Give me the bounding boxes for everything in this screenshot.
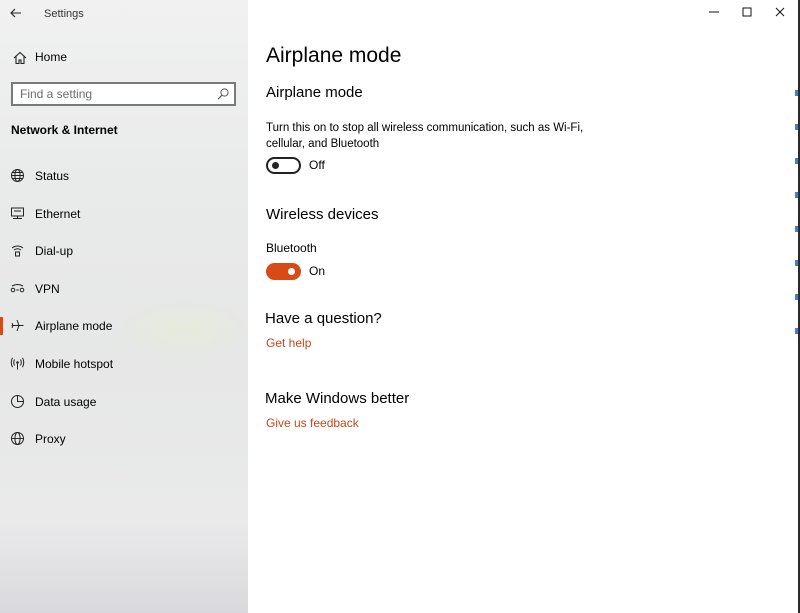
sidebar-item-label: VPN xyxy=(35,281,60,296)
have-a-question-heading: Have a question? xyxy=(265,310,382,327)
window-controls xyxy=(697,0,796,24)
sidebar-item-label: Airplane mode xyxy=(35,319,113,334)
settings-window: Settings Home Network & Internet xyxy=(0,0,800,613)
sidebar-item-label: Ethernet xyxy=(35,206,81,221)
back-arrow-icon xyxy=(10,8,21,18)
bluetooth-toggle[interactable] xyxy=(266,262,301,280)
sidebar-item-label: Proxy xyxy=(35,432,66,447)
toggle-knob xyxy=(272,162,279,169)
sidebar: Settings Home Network & Internet xyxy=(0,0,248,613)
sidebar-item-dial-up[interactable]: Dial-up xyxy=(0,232,248,270)
sidebar-item-vpn[interactable]: VPN xyxy=(0,270,248,308)
airplane-mode-heading: Airplane mode xyxy=(266,84,363,101)
vpn-icon xyxy=(10,283,25,293)
search-button[interactable] xyxy=(216,87,230,101)
sidebar-item-ethernet[interactable]: Ethernet xyxy=(0,195,248,233)
search-input[interactable] xyxy=(13,84,208,104)
title-bar: Settings xyxy=(0,0,248,28)
sidebar-item-data-usage[interactable]: Data usage xyxy=(0,383,248,421)
wireless-devices-heading: Wireless devices xyxy=(266,206,379,223)
maximize-button[interactable] xyxy=(730,0,763,24)
close-icon xyxy=(775,7,784,17)
home-label: Home xyxy=(35,50,68,64)
toggle-knob xyxy=(288,268,295,275)
globe-status-icon xyxy=(11,169,24,182)
airplane-icon xyxy=(11,320,24,332)
airplane-mode-description: Turn this on to stop all wireless commun… xyxy=(266,122,584,150)
search-box[interactable] xyxy=(11,82,236,106)
close-button[interactable] xyxy=(763,0,796,24)
proxy-globe-icon xyxy=(11,432,24,446)
section-title: Network & Internet xyxy=(11,123,118,137)
give-feedback-link[interactable]: Give us feedback xyxy=(266,416,359,430)
dial-up-icon xyxy=(11,245,24,257)
ethernet-icon xyxy=(11,207,24,219)
minimize-icon xyxy=(708,11,719,13)
nav-list: Status Ethernet Dial-up VPN Airplane mod… xyxy=(0,157,248,458)
page-title: Airplane mode xyxy=(266,44,402,67)
bluetooth-toggle-row: On xyxy=(266,262,325,280)
get-help-link[interactable]: Get help xyxy=(266,336,311,350)
sidebar-item-label: Status xyxy=(35,169,70,183)
hotspot-icon xyxy=(10,357,25,370)
airplane-mode-toggle[interactable] xyxy=(266,156,301,174)
content-pane: Airplane mode Airplane mode Turn this on… xyxy=(248,0,800,613)
home-icon xyxy=(13,51,27,65)
bluetooth-label: Bluetooth xyxy=(266,241,317,255)
minimize-button[interactable] xyxy=(697,0,730,24)
make-windows-better-heading: Make Windows better xyxy=(265,390,410,407)
sidebar-item-airplane-mode[interactable]: Airplane mode xyxy=(0,307,248,345)
app-title: Settings xyxy=(44,8,84,20)
sidebar-item-label: Data usage xyxy=(35,394,97,409)
airplane-mode-toggle-state: Off xyxy=(309,158,325,172)
airplane-mode-toggle-row: Off xyxy=(266,156,325,174)
search-icon xyxy=(217,88,229,100)
back-button[interactable] xyxy=(4,3,28,23)
sidebar-item-label: Mobile hotspot xyxy=(35,356,114,371)
sidebar-item-proxy[interactable]: Proxy xyxy=(0,420,248,458)
sidebar-item-mobile-hotspot[interactable]: Mobile hotspot xyxy=(0,345,248,383)
data-usage-icon xyxy=(11,394,24,408)
bluetooth-toggle-state: On xyxy=(309,264,326,278)
sidebar-item-label: Dial-up xyxy=(35,244,74,259)
sidebar-item-status[interactable]: Status xyxy=(0,157,248,195)
sidebar-item-home[interactable]: Home xyxy=(0,44,248,72)
maximize-icon xyxy=(742,7,751,17)
